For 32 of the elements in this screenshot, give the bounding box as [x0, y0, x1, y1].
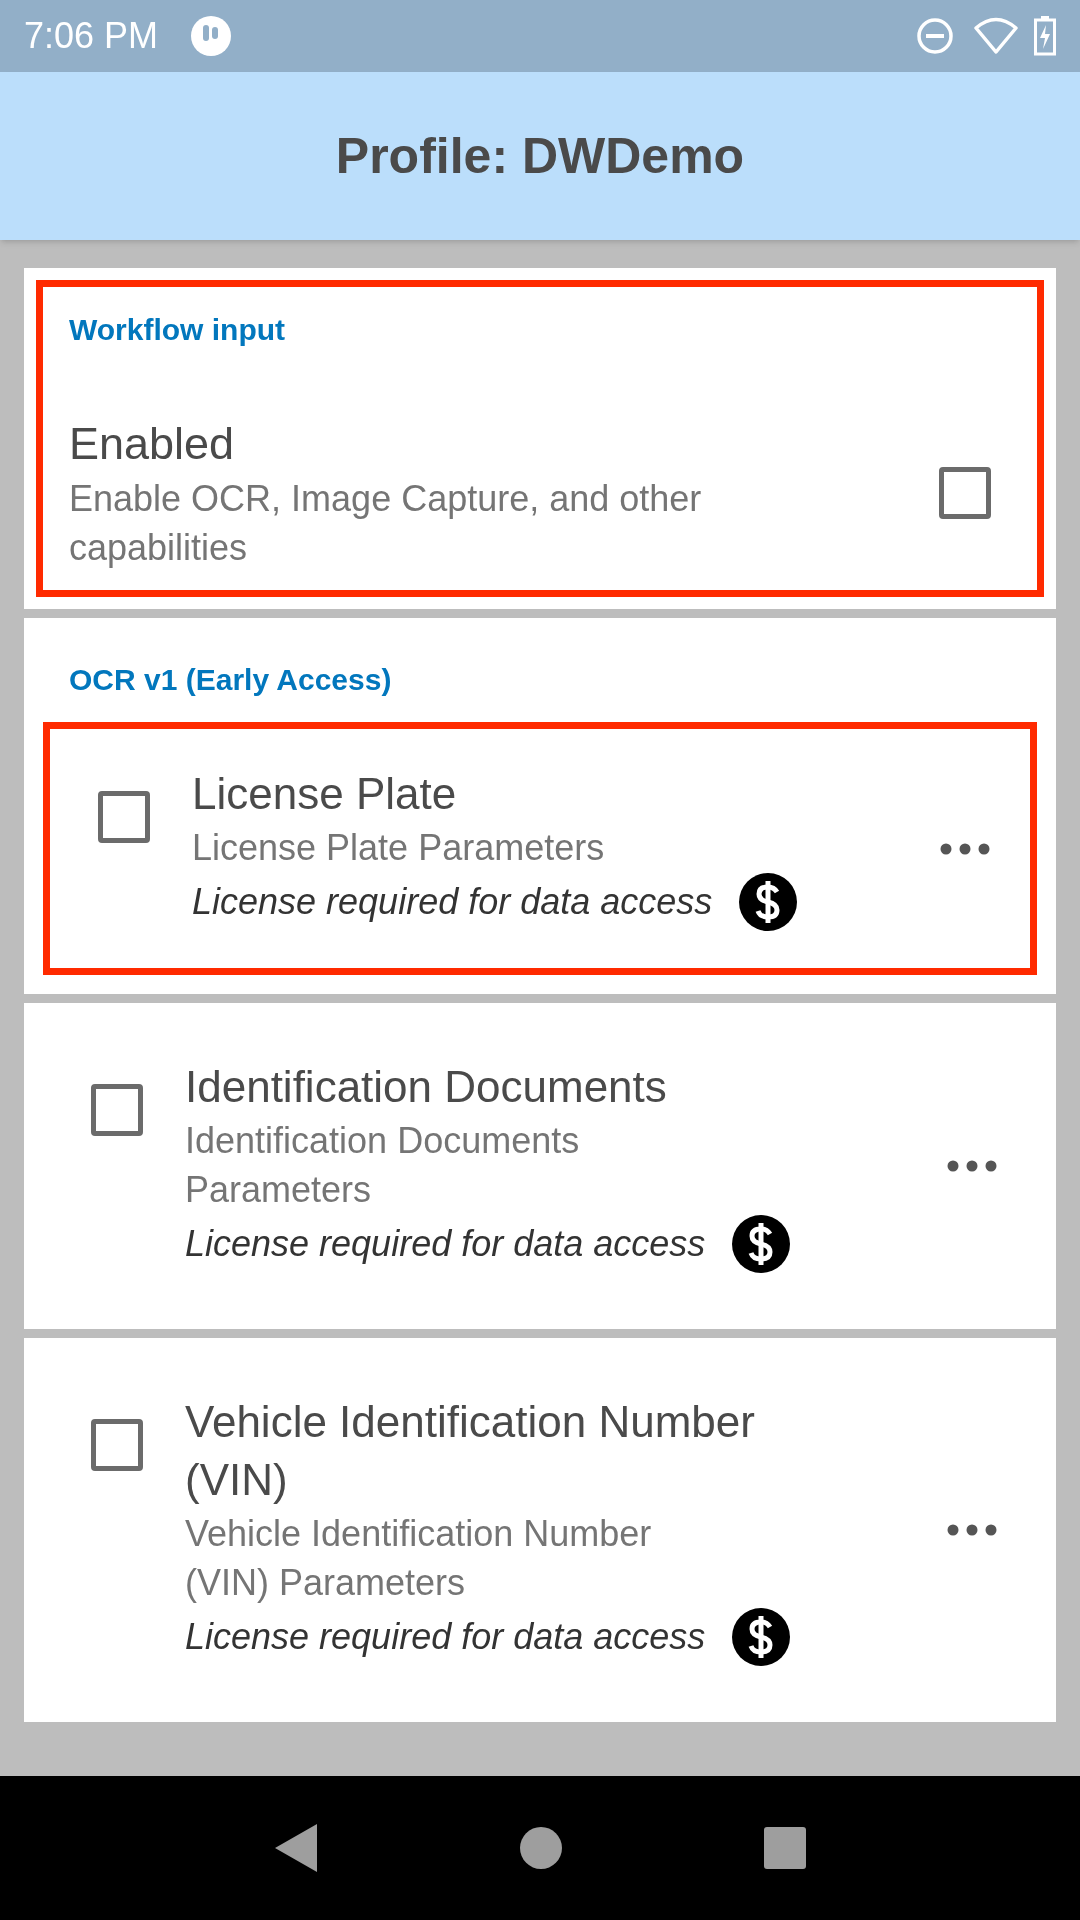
checkbox[interactable] — [91, 1419, 143, 1471]
section-header: Workflow input — [68, 312, 287, 348]
app-notification-icon — [190, 15, 233, 57]
section-header: OCR v1 (Early Access) — [68, 662, 393, 698]
feature-title: License Plate — [192, 768, 458, 820]
more-options-icon[interactable] — [947, 1160, 997, 1172]
battery-icon — [1034, 16, 1056, 56]
home-icon[interactable] — [519, 1826, 563, 1870]
license-note: License required for data access — [192, 880, 713, 924]
setting-title: Enabled — [69, 417, 236, 471]
back-icon[interactable] — [273, 1822, 319, 1874]
recents-icon[interactable] — [763, 1826, 807, 1870]
feature-title: Identification Documents — [185, 1061, 668, 1113]
status-time: 7:06 PM — [24, 14, 159, 58]
checkbox[interactable] — [91, 1084, 143, 1136]
more-options-icon[interactable] — [947, 1524, 997, 1536]
setting-description: Enable OCR, Image Capture, and other capabilities — [69, 477, 703, 570]
license-note: License required for data access — [185, 1615, 706, 1659]
dollar-icon — [731, 1607, 792, 1667]
do-not-disturb-icon — [916, 17, 954, 55]
feature-description: License Plate Parameters — [192, 826, 606, 870]
checkbox[interactable] — [98, 791, 150, 843]
screen-title: Profile: DWDemo — [335, 126, 745, 186]
more-options-icon[interactable] — [940, 842, 990, 855]
license-note: License required for data access — [185, 1222, 706, 1266]
feature-title: Vehicle Identification Number (VIN) — [185, 1396, 756, 1506]
dollar-icon — [738, 872, 799, 932]
wifi-icon — [974, 17, 1018, 55]
feature-description: Identification Documents Parameters — [185, 1119, 581, 1212]
dollar-icon — [731, 1214, 792, 1274]
checkbox[interactable] — [939, 467, 991, 519]
feature-description: Vehicle Identification Number (VIN) Parameters — [185, 1512, 653, 1605]
